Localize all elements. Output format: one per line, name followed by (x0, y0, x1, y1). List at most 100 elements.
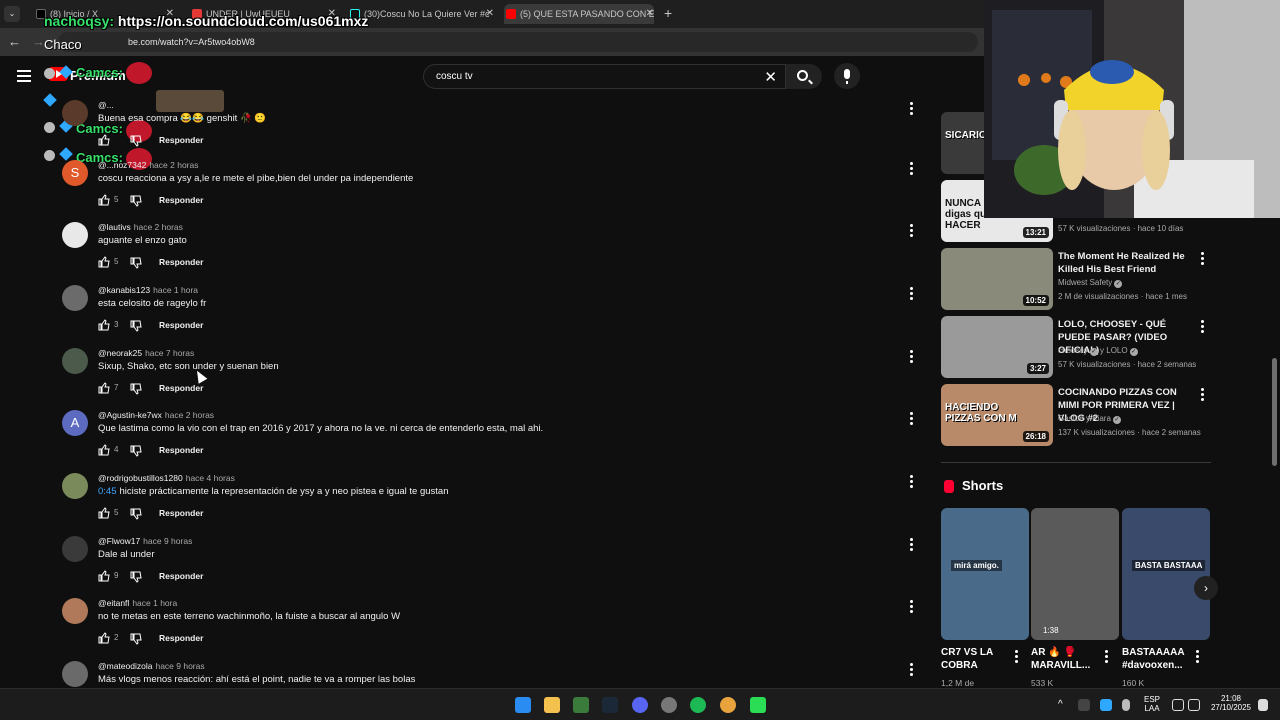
tray-chevron-icon[interactable]: ^ (1058, 699, 1063, 710)
search-button[interactable] (786, 64, 822, 89)
avatar[interactable] (62, 661, 88, 687)
short-thumbnail[interactable]: 1:38 (1031, 508, 1119, 640)
thumbs-down-icon[interactable] (130, 195, 142, 207)
tab-youtube-active[interactable]: (5) QUE ESTA PASANDO CON E ✕ (504, 4, 654, 24)
avatar[interactable] (62, 536, 88, 562)
comment-author[interactable]: @eitanfl (98, 598, 129, 608)
comment-author[interactable]: @kanabis123 (98, 285, 150, 295)
comment-more-options-icon[interactable] (908, 350, 914, 364)
reply-button[interactable]: Responder (159, 445, 203, 455)
video-title[interactable]: The Moment He Realized He Killed His Bes… (1058, 250, 1193, 276)
comment-time[interactable]: hace 2 horas (165, 410, 214, 420)
reply-button[interactable]: Responder (159, 135, 203, 145)
video-more-options-icon[interactable] (1201, 388, 1205, 403)
reply-button[interactable]: Responder (159, 320, 203, 330)
related-video[interactable]: HACIENDO PIZZAS CON M 26:18 COCINANDO PIZ… (941, 384, 1211, 446)
video-thumbnail[interactable]: HACIENDO PIZZAS CON M 26:18 (941, 384, 1053, 446)
windows-start-icon[interactable] (515, 697, 531, 713)
comment-time[interactable]: hace 9 horas (143, 536, 192, 546)
comment-more-options-icon[interactable] (908, 538, 914, 552)
short-more-options-icon[interactable] (1015, 650, 1019, 665)
comment-more-options-icon[interactable] (908, 663, 914, 677)
thumbs-down-icon[interactable] (130, 383, 142, 395)
comment-author[interactable]: @rodrigobustillos1280 (98, 473, 183, 483)
tray-icon[interactable] (1078, 699, 1090, 711)
volume-icon[interactable] (1188, 699, 1200, 711)
short-thumbnail[interactable]: BASTA BASTAAA (1122, 508, 1210, 640)
related-video[interactable]: 10:52 The Moment He Realized He Killed H… (941, 248, 1211, 310)
clock[interactable]: 21:08 27/10/2025 (1206, 694, 1256, 712)
comment-time[interactable]: hace 1 hora (153, 285, 198, 295)
thumbs-down-icon[interactable] (130, 571, 142, 583)
microphone-tray-icon[interactable] (1122, 699, 1130, 711)
short-more-options-icon[interactable] (1105, 650, 1109, 665)
reply-button[interactable]: Responder (159, 571, 203, 581)
steam-icon[interactable] (602, 697, 618, 713)
video-more-options-icon[interactable] (1201, 252, 1205, 267)
thumbs-down-icon[interactable] (130, 135, 142, 147)
avatar[interactable] (62, 348, 88, 374)
short-title[interactable]: BASTAAAAA #davooxen... (1122, 646, 1204, 672)
tab-tiktok[interactable]: (30)Coscu No La Quiere Ver #c ✕ (348, 4, 494, 24)
video-channel[interactable]: Midwest Safety (1058, 278, 1112, 287)
comment-author[interactable]: @...noz7342 (98, 160, 146, 170)
comment-author[interactable]: @lautivs (98, 222, 131, 232)
app-icon[interactable] (573, 697, 589, 713)
thumbs-up-icon[interactable] (98, 570, 110, 582)
comment-time[interactable]: hace 4 horas (186, 473, 235, 483)
short-thumbnail[interactable]: mirá amigo. (941, 508, 1029, 640)
comment-author[interactable]: @Flwow17 (98, 536, 140, 546)
comment-more-options-icon[interactable] (908, 162, 914, 176)
thumbs-up-icon[interactable] (98, 444, 110, 456)
thumbs-down-icon[interactable] (130, 257, 142, 269)
discord-icon[interactable] (632, 697, 648, 713)
thumbs-up-icon[interactable] (98, 194, 110, 206)
close-tab-icon[interactable]: ✕ (486, 8, 494, 19)
scrollbar-thumb[interactable] (1272, 358, 1277, 466)
reply-button[interactable]: Responder (159, 383, 203, 393)
avatar[interactable] (62, 285, 88, 311)
avatar[interactable] (62, 598, 88, 624)
comment-more-options-icon[interactable] (908, 475, 914, 489)
video-channel[interactable]: choosey (1058, 346, 1088, 355)
comment-more-options-icon[interactable] (908, 102, 914, 116)
reply-button[interactable]: Responder (159, 633, 203, 643)
app-icon[interactable] (661, 697, 677, 713)
new-tab-button[interactable]: + (664, 5, 672, 21)
spotify-icon[interactable] (690, 697, 706, 713)
thumbs-up-icon[interactable] (98, 632, 110, 644)
avatar[interactable] (62, 100, 88, 126)
kick-icon[interactable] (750, 697, 766, 713)
comment-more-options-icon[interactable] (908, 412, 914, 426)
comment-author[interactable]: @neorak25 (98, 348, 142, 358)
close-tab-icon[interactable]: ✕ (646, 8, 654, 19)
comment-author[interactable]: @... (98, 100, 114, 110)
comment-timestamp-link[interactable]: 0:45 (98, 486, 117, 497)
language-indicator[interactable]: ESP LAA (1144, 695, 1160, 713)
voice-search-button[interactable] (834, 63, 860, 89)
comment-author[interactable]: @Agustin-ke7wx (98, 410, 162, 420)
thumbs-up-icon[interactable] (98, 382, 110, 394)
comment-time[interactable]: hace 9 horas (155, 661, 204, 671)
video-channel-2[interactable]: y LOLO (1100, 346, 1128, 355)
tray-icon[interactable] (1100, 699, 1112, 711)
thumbs-up-icon[interactable] (98, 134, 110, 146)
video-thumbnail[interactable]: 10:52 (941, 248, 1053, 310)
thumbs-up-icon[interactable] (98, 319, 110, 331)
file-explorer-icon[interactable] (544, 697, 560, 713)
thumbs-down-icon[interactable] (130, 445, 142, 457)
thumbs-down-icon[interactable] (130, 320, 142, 332)
comment-more-options-icon[interactable] (908, 224, 914, 238)
comment-time[interactable]: hace 7 horas (145, 348, 194, 358)
search-input[interactable]: coscu tv ✕ (423, 64, 786, 89)
shorts-next-button[interactable]: › (1194, 576, 1218, 600)
comment-author[interactable]: @mateodizola (98, 661, 152, 671)
short-more-options-icon[interactable] (1196, 650, 1200, 665)
short-title[interactable]: AR 🔥 🥊 MARAVILL... (1031, 646, 1113, 672)
network-icon[interactable] (1172, 699, 1184, 711)
comment-time[interactable]: hace 2 horas (134, 222, 183, 232)
avatar[interactable]: A (62, 410, 88, 436)
reply-button[interactable]: Responder (159, 257, 203, 267)
reply-button[interactable]: Responder (159, 508, 203, 518)
comment-time[interactable]: hace 1 hora (132, 598, 177, 608)
